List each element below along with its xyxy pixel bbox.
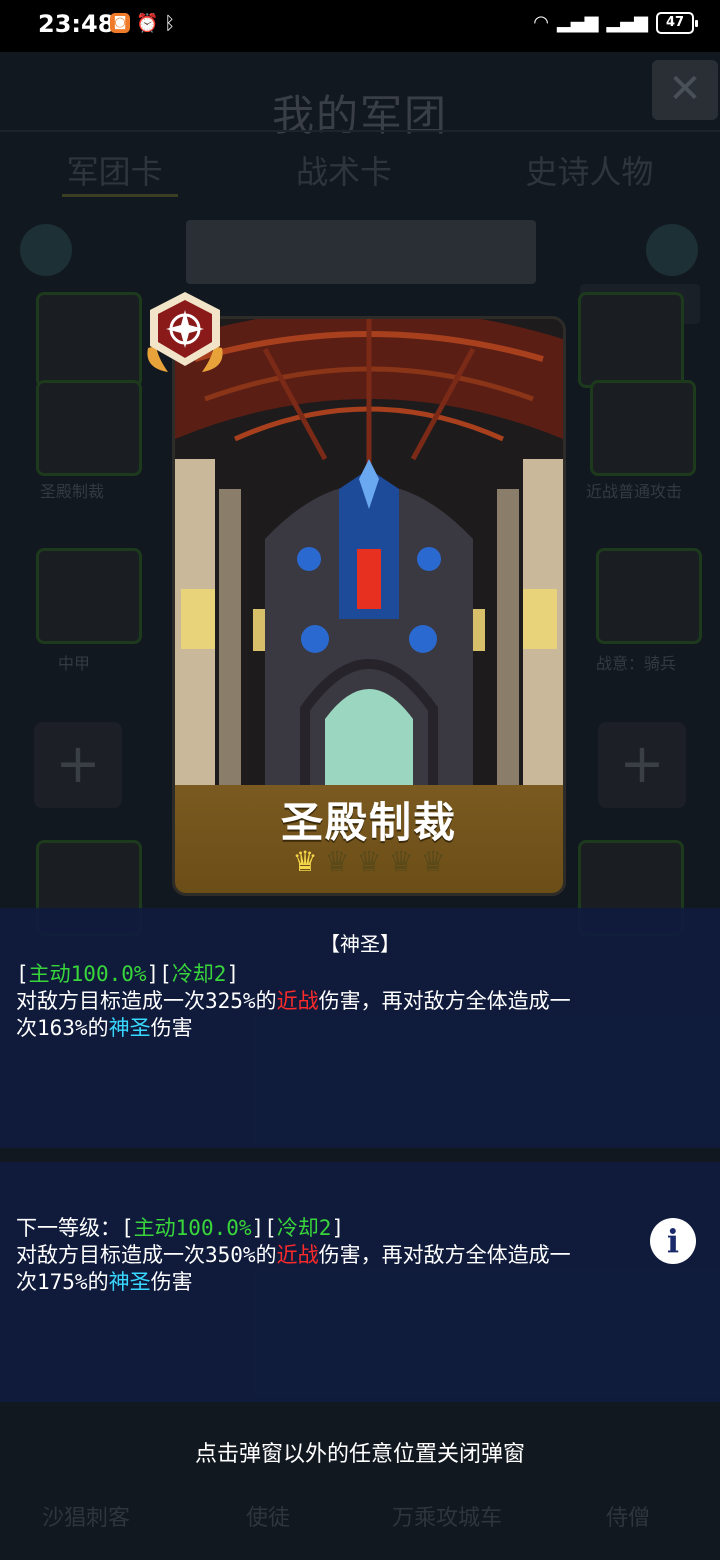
card-slot[interactable] xyxy=(36,380,142,476)
bracket: ][ xyxy=(146,962,172,986)
tab-legion-cards[interactable]: 军团卡 xyxy=(67,147,163,193)
card-slot[interactable] xyxy=(36,548,142,644)
bracket: ] xyxy=(331,1216,345,1240)
crown-icon: ♛ xyxy=(388,845,414,878)
holy-element-badge-icon xyxy=(147,292,223,372)
divider xyxy=(0,130,720,132)
card-name: 圣殿制裁 xyxy=(280,798,457,847)
filter-icon[interactable] xyxy=(646,224,698,276)
desc-text: 伤害 xyxy=(150,1270,193,1294)
next-desc-line-2: 次175%的神圣伤害 xyxy=(16,1266,193,1296)
status-bar: 23:48 ◙ ⏰ ᛒ ◠ ▂▄▆ ▂▄▆ 47 xyxy=(0,0,720,52)
crown-icon: ♛ xyxy=(420,845,446,878)
add-slot-button[interactable]: + xyxy=(34,722,122,808)
status-left-icons: ◙ ⏰ ᛒ xyxy=(110,13,175,35)
status-right-icons: ◠ ▂▄▆ ▂▄▆ 47 xyxy=(533,12,698,34)
star-rating: ♛ ♛ ♛ ♛ ♛ xyxy=(289,847,449,877)
add-slot-button[interactable]: + xyxy=(598,722,686,808)
desc-text: 对敌方目标造成一次350%的 xyxy=(16,1243,277,1267)
desc-text: 次163%的 xyxy=(16,1016,109,1040)
menu-icon[interactable] xyxy=(20,224,72,276)
signal-icon-2: ▂▄▆ xyxy=(606,12,648,33)
next-level-panel: 下一等级：[主动100.0%][冷却2] 对敌方目标造成一次350%的近战伤害，… xyxy=(0,1162,720,1402)
melee-keyword: 近战 xyxy=(276,989,319,1013)
active-rate: 主动100.0% xyxy=(133,1216,252,1240)
bracket: ] xyxy=(226,962,240,986)
crown-icon: ♛ xyxy=(292,845,318,878)
bracket: ][ xyxy=(251,1216,277,1240)
cathedral-artwork xyxy=(175,319,563,793)
desc-text: 伤害 xyxy=(150,1016,193,1040)
holy-keyword: 神圣 xyxy=(108,1016,151,1040)
page-title: 我的军团 xyxy=(271,91,448,140)
bluetooth-icon: ᛒ xyxy=(164,13,176,34)
bottom-card-name: 使徒 xyxy=(246,1506,291,1531)
info-button[interactable]: i xyxy=(650,1218,696,1264)
card-label: 中甲 xyxy=(58,654,91,673)
card-slot[interactable] xyxy=(590,380,696,476)
cooldown: 冷却2 xyxy=(171,962,227,986)
search-input[interactable] xyxy=(186,220,536,284)
desc-text: 对敌方目标造成一次325%的 xyxy=(16,989,277,1013)
battery-icon: 47 xyxy=(656,12,698,34)
desc-text: 伤害，再对敌方全体造成一 xyxy=(318,989,571,1013)
desc-text: 伤害，再对敌方全体造成一 xyxy=(318,1243,571,1267)
tab-underline xyxy=(62,194,178,197)
close-hint-text: 点击弹窗以外的任意位置关闭弹窗 xyxy=(194,1442,525,1467)
tab-epic-heroes[interactable]: 史诗人物 xyxy=(525,147,653,193)
card-slot[interactable] xyxy=(596,548,702,644)
holy-keyword: 神圣 xyxy=(108,1270,151,1294)
bracket: [ xyxy=(16,962,29,986)
next-level-label: 下一等级：[ xyxy=(16,1216,134,1240)
bottom-card-name: 沙猖刺客 xyxy=(42,1506,131,1531)
card-label: 战意：骑兵 xyxy=(596,654,677,673)
app-notification-icon: ◙ xyxy=(110,13,130,33)
skill-desc-line-1: 对敌方目标造成一次325%的近战伤害，再对敌方全体造成一 xyxy=(16,985,571,1015)
melee-keyword: 近战 xyxy=(276,1243,319,1267)
card-slot[interactable] xyxy=(578,292,684,388)
alarm-icon: ⏰ xyxy=(136,13,159,34)
desc-text: 次175%的 xyxy=(16,1270,109,1294)
status-time: 23:48 xyxy=(38,10,115,38)
skill-desc-line-2: 次163%的神圣伤害 xyxy=(16,1012,193,1042)
tab-tactic-cards[interactable]: 战术卡 xyxy=(296,147,392,193)
active-rate: 主动100.0% xyxy=(28,962,147,986)
tab-bar: 军团卡 战术卡 史诗人物 xyxy=(0,147,720,193)
card-slot[interactable] xyxy=(36,292,142,388)
cooldown: 冷却2 xyxy=(276,1216,332,1240)
close-button[interactable]: ✕ xyxy=(652,60,718,120)
crown-icon: ♛ xyxy=(324,845,350,878)
bottom-card-name: 万乘攻城车 xyxy=(392,1506,503,1531)
next-stats-line: 下一等级：[主动100.0%][冷却2] xyxy=(16,1212,344,1242)
card-label: 近战普通攻击 xyxy=(586,482,683,501)
skill-stats-line: [主动100.0%][冷却2] xyxy=(16,958,239,988)
skill-description-panel: 【神圣】 [主动100.0%][冷却2] 对敌方目标造成一次325%的近战伤害，… xyxy=(0,908,720,1148)
next-desc-line-1: 对敌方目标造成一次350%的近战伤害，再对敌方全体造成一 xyxy=(16,1239,571,1269)
signal-icon: ▂▄▆ xyxy=(556,12,599,33)
wifi-icon: ◠ xyxy=(533,12,549,33)
bottom-card-name: 侍僧 xyxy=(606,1506,651,1531)
element-tag: 【神圣】 xyxy=(320,932,400,956)
skill-card: 圣殿制裁 ♛ ♛ ♛ ♛ ♛ xyxy=(172,316,566,896)
card-label: 圣殿制裁 xyxy=(40,482,105,501)
crown-icon: ♛ xyxy=(356,845,382,878)
